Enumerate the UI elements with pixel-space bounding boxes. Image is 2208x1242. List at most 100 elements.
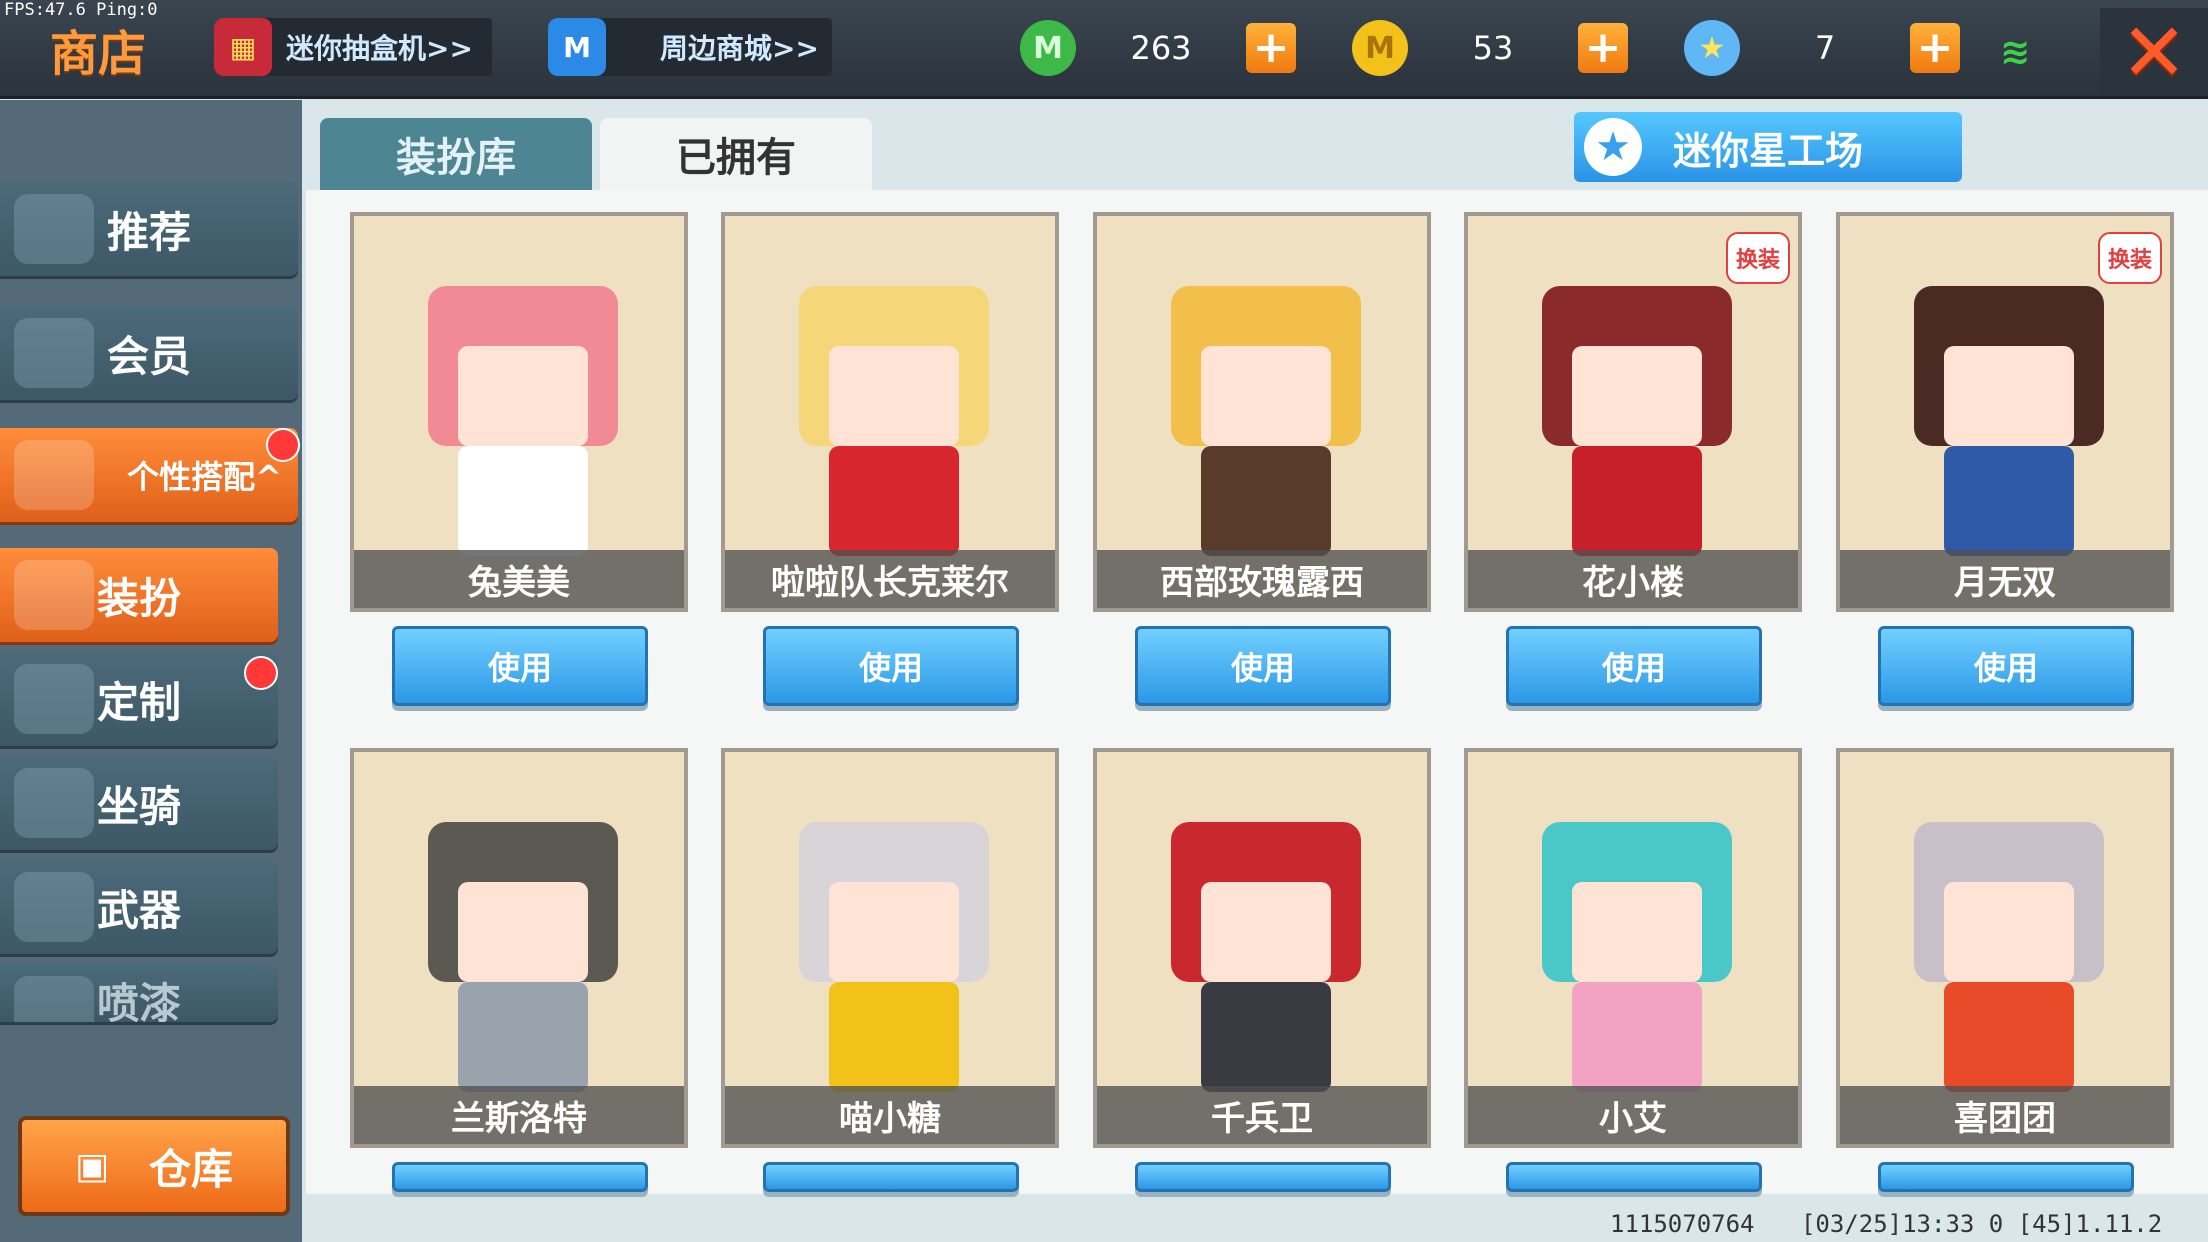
- skin-card[interactable]: 千兵卫: [1093, 748, 1431, 1148]
- storage-button[interactable]: ▣ 仓库: [18, 1116, 290, 1216]
- sidebar-item-label: 坐骑: [96, 781, 181, 831]
- close-icon: ✕: [2120, 5, 2188, 99]
- mount-icon: [14, 768, 94, 838]
- footer-info: 1115070764 [03/25]13:33 0 [45]1.11.2: [1610, 1210, 2194, 1238]
- sidebar-item-dressup[interactable]: 装扮: [0, 548, 278, 642]
- gacha-label: 迷你抽盒机>>: [286, 32, 473, 65]
- skin-card[interactable]: 喵小糖: [721, 748, 1059, 1148]
- add-green-coin-button[interactable]: +: [1246, 23, 1296, 73]
- skin-card[interactable]: 兰斯洛特: [350, 748, 688, 1148]
- character-outfit: [829, 446, 959, 556]
- sidebar-item-label: 喷漆: [96, 979, 181, 1022]
- pencil-icon: [14, 664, 94, 734]
- page-title: 商店: [50, 26, 147, 82]
- tab-owned[interactable]: 已拥有: [600, 118, 872, 190]
- shopping-bag-icon: M: [548, 18, 606, 76]
- use-button[interactable]: [763, 1162, 1019, 1192]
- thumbs-up-icon: [14, 194, 94, 264]
- currency-value: 263: [1130, 29, 1192, 67]
- character-portrait: [1894, 246, 2124, 566]
- currency-gold: M 53 +: [1352, 18, 1628, 78]
- skin-card[interactable]: 换装 花小楼: [1464, 212, 1802, 612]
- character-outfit: [458, 446, 588, 556]
- top-bar: FPS:47.6 Ping:0 商店 ▦ 迷你抽盒机>> M 周边商城>> M …: [0, 0, 2208, 99]
- skin-name: 月无双: [1840, 550, 2170, 608]
- skin-card[interactable]: 兔美美: [350, 212, 688, 612]
- owned-skins-panel: 兔美美 使用 啦啦队长克莱尔 使用 西部玫瑰露西 使用 换装 花小楼 使用 换装 月无双 使用 兰斯洛特…: [306, 190, 2208, 1194]
- mall-button[interactable]: M 周边商城>>: [548, 18, 832, 76]
- character-portrait: [408, 782, 638, 1102]
- gacha-button[interactable]: ▦ 迷你抽盒机>>: [214, 18, 492, 76]
- sidebar-item-recommend[interactable]: 推荐: [0, 182, 298, 276]
- sidebar-item-weapon[interactable]: 武器: [0, 860, 278, 954]
- skin-card[interactable]: 换装月无双: [1836, 212, 2174, 612]
- star-icon: ★: [1584, 118, 1642, 176]
- spray-icon: [14, 976, 94, 1022]
- skin-name: 喵小糖: [725, 1086, 1055, 1144]
- skin-name: 小艾: [1468, 1086, 1798, 1144]
- use-button[interactable]: [1506, 1162, 1762, 1192]
- character-portrait: [1151, 246, 1381, 566]
- add-star-coin-button[interactable]: +: [1910, 23, 1960, 73]
- add-gold-coin-button[interactable]: +: [1578, 23, 1628, 73]
- character-outfit: [1572, 982, 1702, 1092]
- skin-card[interactable]: 西部玫瑰露西: [1093, 212, 1431, 612]
- mini-star-workshop-button[interactable]: ★ 迷你星工场: [1574, 112, 1962, 182]
- sidebar-item-mount[interactable]: 坐骑: [0, 756, 278, 850]
- use-button[interactable]: 使用: [763, 626, 1019, 706]
- skin-card[interactable]: 喜团团: [1836, 748, 2174, 1148]
- sidebar-item-label: 推荐: [106, 207, 191, 257]
- character-outfit: [458, 982, 588, 1092]
- character-face: [1201, 882, 1331, 982]
- skin-name: 喜团团: [1840, 1086, 2170, 1144]
- character-outfit: [1944, 982, 2074, 1092]
- use-button[interactable]: 使用: [392, 626, 648, 706]
- currency-value: 53: [1472, 29, 1514, 67]
- sidebar-item-style-collocation[interactable]: 个性搭配^: [0, 428, 300, 522]
- notification-dot: [266, 428, 300, 462]
- sidebar-item-member[interactable]: 会员: [0, 306, 298, 400]
- skin-name: 千兵卫: [1097, 1086, 1427, 1144]
- character-face: [458, 346, 588, 446]
- sidebar-item-label: 装扮: [96, 573, 181, 623]
- character-outfit: [829, 982, 959, 1092]
- chest-icon: ▣: [74, 1145, 109, 1187]
- character-portrait: [1522, 246, 1752, 566]
- use-button[interactable]: [392, 1162, 648, 1192]
- sidebar-item-custom[interactable]: 定制: [0, 652, 278, 746]
- vip-icon: [14, 318, 94, 388]
- gacha-machine-icon: ▦: [214, 18, 272, 76]
- skin-card[interactable]: 小艾: [1464, 748, 1802, 1148]
- wifi-signal-icon: ≋: [2000, 32, 2031, 73]
- character-face: [458, 882, 588, 982]
- character-face: [1572, 882, 1702, 982]
- character-portrait: [779, 246, 1009, 566]
- character-portrait: [779, 782, 1009, 1102]
- sidebar: 推荐 会员 个性搭配^ 装扮 定制 坐骑 武器 喷漆: [0, 100, 302, 1242]
- sidebar-item-spray[interactable]: 喷漆: [0, 964, 278, 1022]
- star-coin-icon: ★: [1684, 20, 1740, 76]
- close-button[interactable]: ✕: [2100, 5, 2208, 99]
- outfit-swap-badge: 换装: [2098, 232, 2162, 284]
- skin-name: 啦啦队长克莱尔: [725, 550, 1055, 608]
- use-button[interactable]: [1878, 1162, 2134, 1192]
- use-button[interactable]: 使用: [1506, 626, 1762, 706]
- currency-value: 7: [1814, 29, 1836, 67]
- character-portrait: [1151, 782, 1381, 1102]
- character-portrait: [408, 246, 638, 566]
- use-button[interactable]: 使用: [1135, 626, 1391, 706]
- workshop-label: 迷你星工场: [1672, 128, 1863, 173]
- skin-card[interactable]: 啦啦队长克莱尔: [721, 212, 1059, 612]
- shirt-icon: [14, 560, 94, 630]
- use-button[interactable]: [1135, 1162, 1391, 1192]
- currency-star: ★ 7 +: [1684, 18, 1960, 78]
- skin-name: 花小楼: [1468, 550, 1798, 608]
- gun-icon: [14, 872, 94, 942]
- tab-skin-library[interactable]: 装扮库: [320, 118, 592, 190]
- skin-name: 兰斯洛特: [354, 1086, 684, 1144]
- trophy-icon: [14, 440, 94, 510]
- notification-dot: [244, 656, 278, 690]
- use-button[interactable]: 使用: [1878, 626, 2134, 706]
- character-portrait: [1894, 782, 2124, 1102]
- skin-name: 兔美美: [354, 550, 684, 608]
